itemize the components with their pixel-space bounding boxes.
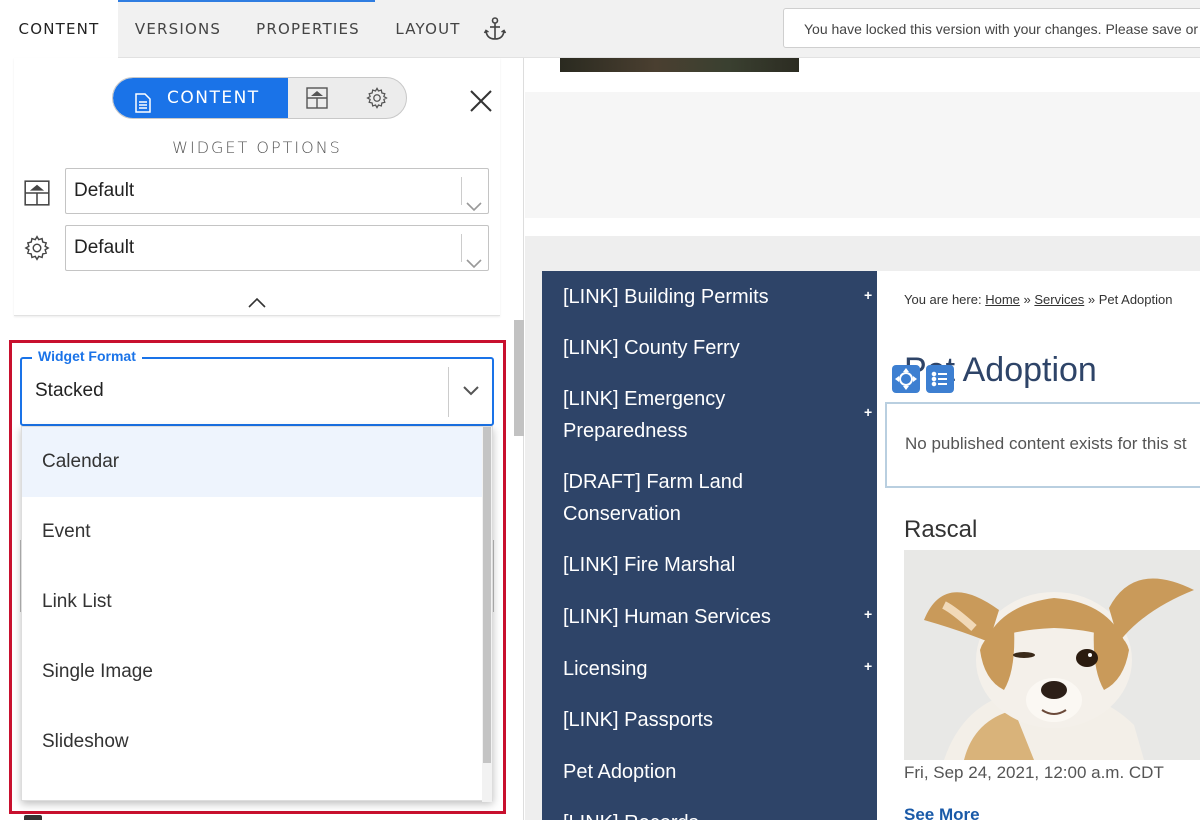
chevron-down-icon: [466, 242, 482, 286]
nav-item-human-services[interactable]: [LINK] Human Services: [563, 601, 833, 633]
anchor-icon[interactable]: [482, 16, 522, 42]
pet-date: Fri, Sep 24, 2021, 12:00 a.m. CDT: [904, 763, 1164, 782]
mode-content-label: CONTENT: [167, 88, 260, 108]
tab-layout[interactable]: LAYOUT: [378, 0, 478, 58]
breadcrumb-current: Pet Adoption: [1098, 292, 1173, 307]
option-single-image[interactable]: Single Image: [22, 637, 484, 707]
dropdown-scroll-thumb[interactable]: [483, 427, 491, 763]
nav-item-passports[interactable]: [LINK] Passports: [563, 704, 833, 736]
option-link-list[interactable]: Link List: [22, 567, 484, 637]
breadcrumb-separator: »: [1023, 292, 1031, 307]
option-calendar[interactable]: Calendar: [22, 427, 484, 497]
breadcrumb-prefix: You are here:: [904, 292, 982, 307]
option-event[interactable]: Event: [22, 497, 484, 567]
move-icon[interactable]: [892, 365, 920, 393]
pet-name: Rascal: [904, 516, 978, 543]
chevron-down-icon[interactable]: [462, 384, 480, 402]
tab-content[interactable]: CONTENT: [0, 0, 118, 58]
list-icon[interactable]: [926, 365, 954, 393]
notice-text: No published content exists for this st: [905, 434, 1187, 453]
layout-icon: [24, 180, 50, 211]
top-toolbar: CONTENT VERSIONS PROPERTIES LAYOUT You h…: [0, 0, 1200, 58]
widget-format-options: Calendar Event Link List Single Image Sl…: [21, 426, 493, 802]
gear-icon[interactable]: [366, 87, 388, 114]
nav-item-building-permits[interactable]: [LINK] Building Permits: [563, 281, 833, 313]
widget-format-label: Widget Format: [32, 348, 142, 364]
settings-select[interactable]: Default: [65, 225, 489, 271]
document-icon: [135, 88, 151, 118]
settings-select-value: Default: [74, 237, 135, 258]
services-side-nav: [LINK] Building Permits + [LINK] County …: [542, 271, 877, 820]
widget-format-value: Stacked: [35, 380, 104, 401]
expand-icon[interactable]: +: [864, 287, 872, 303]
panel-mode-switch: CONTENT: [112, 77, 407, 119]
widget-options-title: WIDGET OPTIONS: [172, 138, 342, 157]
panel-scrollbar[interactable]: [514, 320, 524, 436]
chevron-down-icon: [466, 185, 482, 229]
nav-item-licensing[interactable]: Licensing: [563, 653, 833, 685]
layout-select[interactable]: Default: [65, 168, 489, 214]
breadcrumb-home-link[interactable]: Home: [985, 292, 1020, 307]
nav-item-records[interactable]: [LINK] Records: [563, 807, 833, 820]
see-more-link[interactable]: See More: [904, 805, 980, 820]
expand-icon[interactable]: +: [864, 606, 872, 622]
nav-item-county-ferry[interactable]: [LINK] County Ferry: [563, 332, 833, 364]
option-slideshow[interactable]: Slideshow: [22, 707, 484, 777]
dropdown-scrollbar[interactable]: [482, 427, 492, 802]
underlying-control: [24, 815, 42, 820]
expand-icon[interactable]: +: [864, 658, 872, 674]
nav-item-farm-land-conservation[interactable]: [DRAFT] Farm Land Conservation: [563, 466, 833, 530]
mode-content-button[interactable]: CONTENT: [113, 78, 288, 118]
expand-icon[interactable]: +: [864, 404, 872, 420]
nav-item-emergency-preparedness[interactable]: [LINK] Emergency Preparedness: [563, 383, 833, 447]
nav-item-pet-adoption[interactable]: Pet Adoption: [563, 756, 833, 788]
header-band: [525, 92, 1200, 218]
page-content: You are here: Home » Services » Pet Adop…: [877, 271, 1200, 820]
breadcrumb: You are here: Home » Services » Pet Adop…: [904, 292, 1172, 307]
gear-icon: [24, 235, 50, 266]
pet-photo[interactable]: [904, 550, 1200, 760]
breadcrumb-services-link[interactable]: Services: [1034, 292, 1084, 307]
chevron-up-icon[interactable]: [247, 295, 267, 313]
header-image: [560, 58, 799, 72]
empty-content-notice: No published content exists for this st: [885, 402, 1200, 488]
close-icon[interactable]: [468, 88, 494, 114]
lock-status-message: You have locked this version with your c…: [783, 8, 1200, 48]
tab-versions[interactable]: VERSIONS: [118, 0, 238, 58]
nav-item-fire-marshal[interactable]: [LINK] Fire Marshal: [563, 549, 833, 581]
layout-icon[interactable]: [306, 87, 328, 114]
site-preview: [LINK] Building Permits + [LINK] County …: [525, 58, 1200, 820]
layout-select-value: Default: [74, 180, 135, 201]
breadcrumb-separator: »: [1087, 292, 1096, 307]
tab-properties[interactable]: PROPERTIES: [238, 0, 378, 58]
